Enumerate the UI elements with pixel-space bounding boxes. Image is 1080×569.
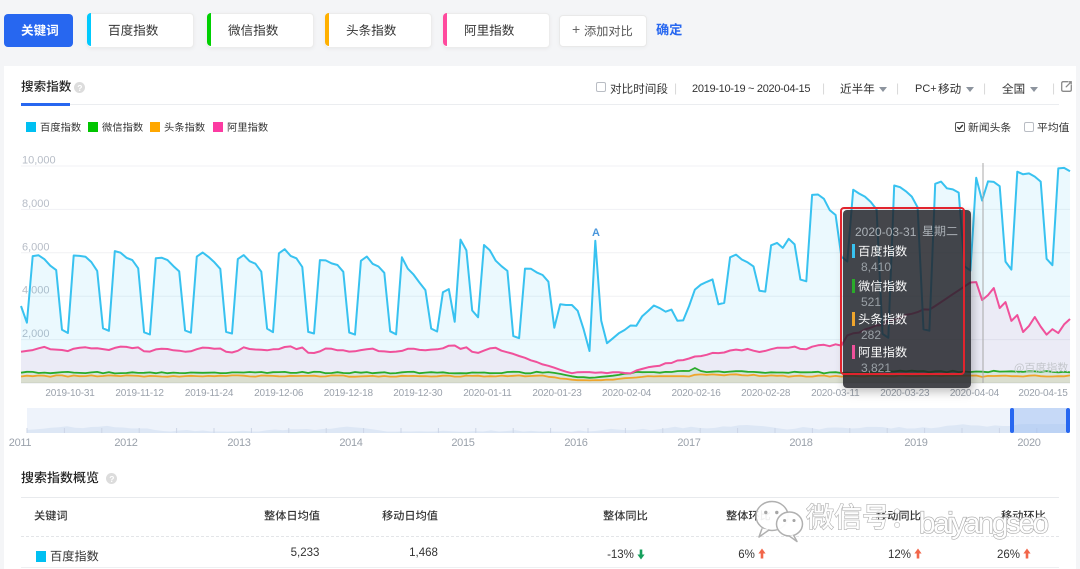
svg-text:2019-12-30: 2019-12-30 [393, 388, 443, 399]
svg-text:2020-04-15: 2020-04-15 [1018, 388, 1068, 399]
svg-text:2019-11-24: 2019-11-24 [185, 388, 234, 399]
svg-text:A: A [592, 227, 600, 239]
svg-text:10,000: 10,000 [22, 155, 56, 167]
svg-text:2020-02-16: 2020-02-16 [672, 388, 722, 399]
svg-text:8,000: 8,000 [22, 198, 50, 210]
svg-text:2020-04-04: 2020-04-04 [950, 388, 1000, 399]
svg-text:2020-01-23: 2020-01-23 [532, 388, 582, 399]
svg-text:2019-12-18: 2019-12-18 [324, 388, 374, 399]
svg-text:6,000: 6,000 [22, 241, 50, 253]
svg-text:2020-02-04: 2020-02-04 [602, 388, 652, 399]
svg-text:2020-03-23: 2020-03-23 [880, 388, 930, 399]
svg-text:2019-10-31: 2019-10-31 [45, 388, 95, 399]
svg-text:2020-03-11: 2020-03-11 [811, 388, 860, 399]
svg-text:2020-01-11: 2020-01-11 [463, 388, 512, 399]
svg-text:2019-11-12: 2019-11-12 [115, 388, 164, 399]
svg-text:2020-02-28: 2020-02-28 [741, 388, 791, 399]
svg-text:2019-12-06: 2019-12-06 [254, 388, 304, 399]
svg-text:baiyangseo: baiyangseo [919, 507, 1048, 540]
